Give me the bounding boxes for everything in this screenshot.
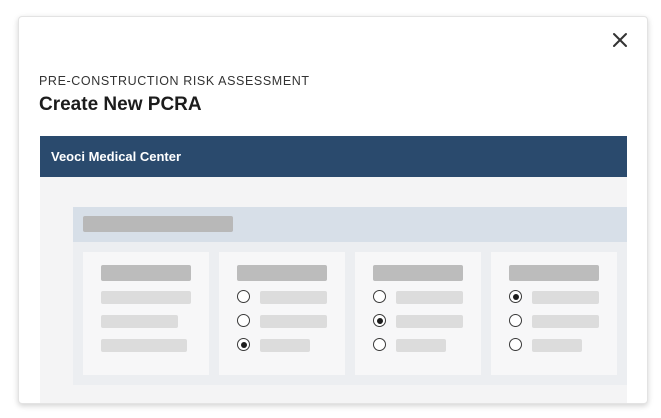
- close-icon[interactable]: [609, 29, 631, 51]
- placeholder-bar: [532, 339, 582, 352]
- radio-option[interactable]: [237, 314, 250, 327]
- modal-title: Create New PCRA: [39, 94, 202, 115]
- placeholder-bar: [101, 339, 187, 352]
- radio-option[interactable]: [373, 338, 386, 351]
- radio-option[interactable]: [509, 338, 522, 351]
- radio-option-selected[interactable]: [509, 290, 522, 303]
- form-preview: Veoci Medical Center: [40, 136, 627, 403]
- placeholder-bar: [101, 291, 191, 304]
- placeholder-bar: [260, 291, 327, 304]
- placeholder-bar: [260, 339, 310, 352]
- placeholder-bar: [532, 291, 599, 304]
- placeholder-bar: [396, 315, 463, 328]
- radio-option-selected[interactable]: [237, 338, 250, 351]
- radio-option[interactable]: [509, 314, 522, 327]
- placeholder-bar: [101, 265, 191, 281]
- preview-header: Veoci Medical Center: [40, 136, 627, 177]
- placeholder-bar: [396, 339, 446, 352]
- placeholder-bar: [237, 265, 327, 281]
- section-title-placeholder: [83, 216, 233, 232]
- label-column-card: [83, 252, 209, 375]
- radio-option-selected[interactable]: [373, 314, 386, 327]
- placeholder-bar: [260, 315, 327, 328]
- radio-group-card: [355, 252, 481, 375]
- radio-group-card: [491, 252, 617, 375]
- placeholder-bar: [373, 265, 463, 281]
- placeholder-bar: [396, 291, 463, 304]
- placeholder-bar: [509, 265, 599, 281]
- section-body: [73, 242, 627, 385]
- create-pcra-modal: PRE-CONSTRUCTION RISK ASSESSMENT Create …: [18, 16, 648, 404]
- radio-option[interactable]: [237, 290, 250, 303]
- modal-eyebrow: PRE-CONSTRUCTION RISK ASSESSMENT: [39, 74, 310, 88]
- placeholder-bar: [532, 315, 599, 328]
- form-section-placeholder: [73, 207, 627, 385]
- placeholder-bar: [101, 315, 178, 328]
- radio-group-card: [219, 252, 345, 375]
- radio-option[interactable]: [373, 290, 386, 303]
